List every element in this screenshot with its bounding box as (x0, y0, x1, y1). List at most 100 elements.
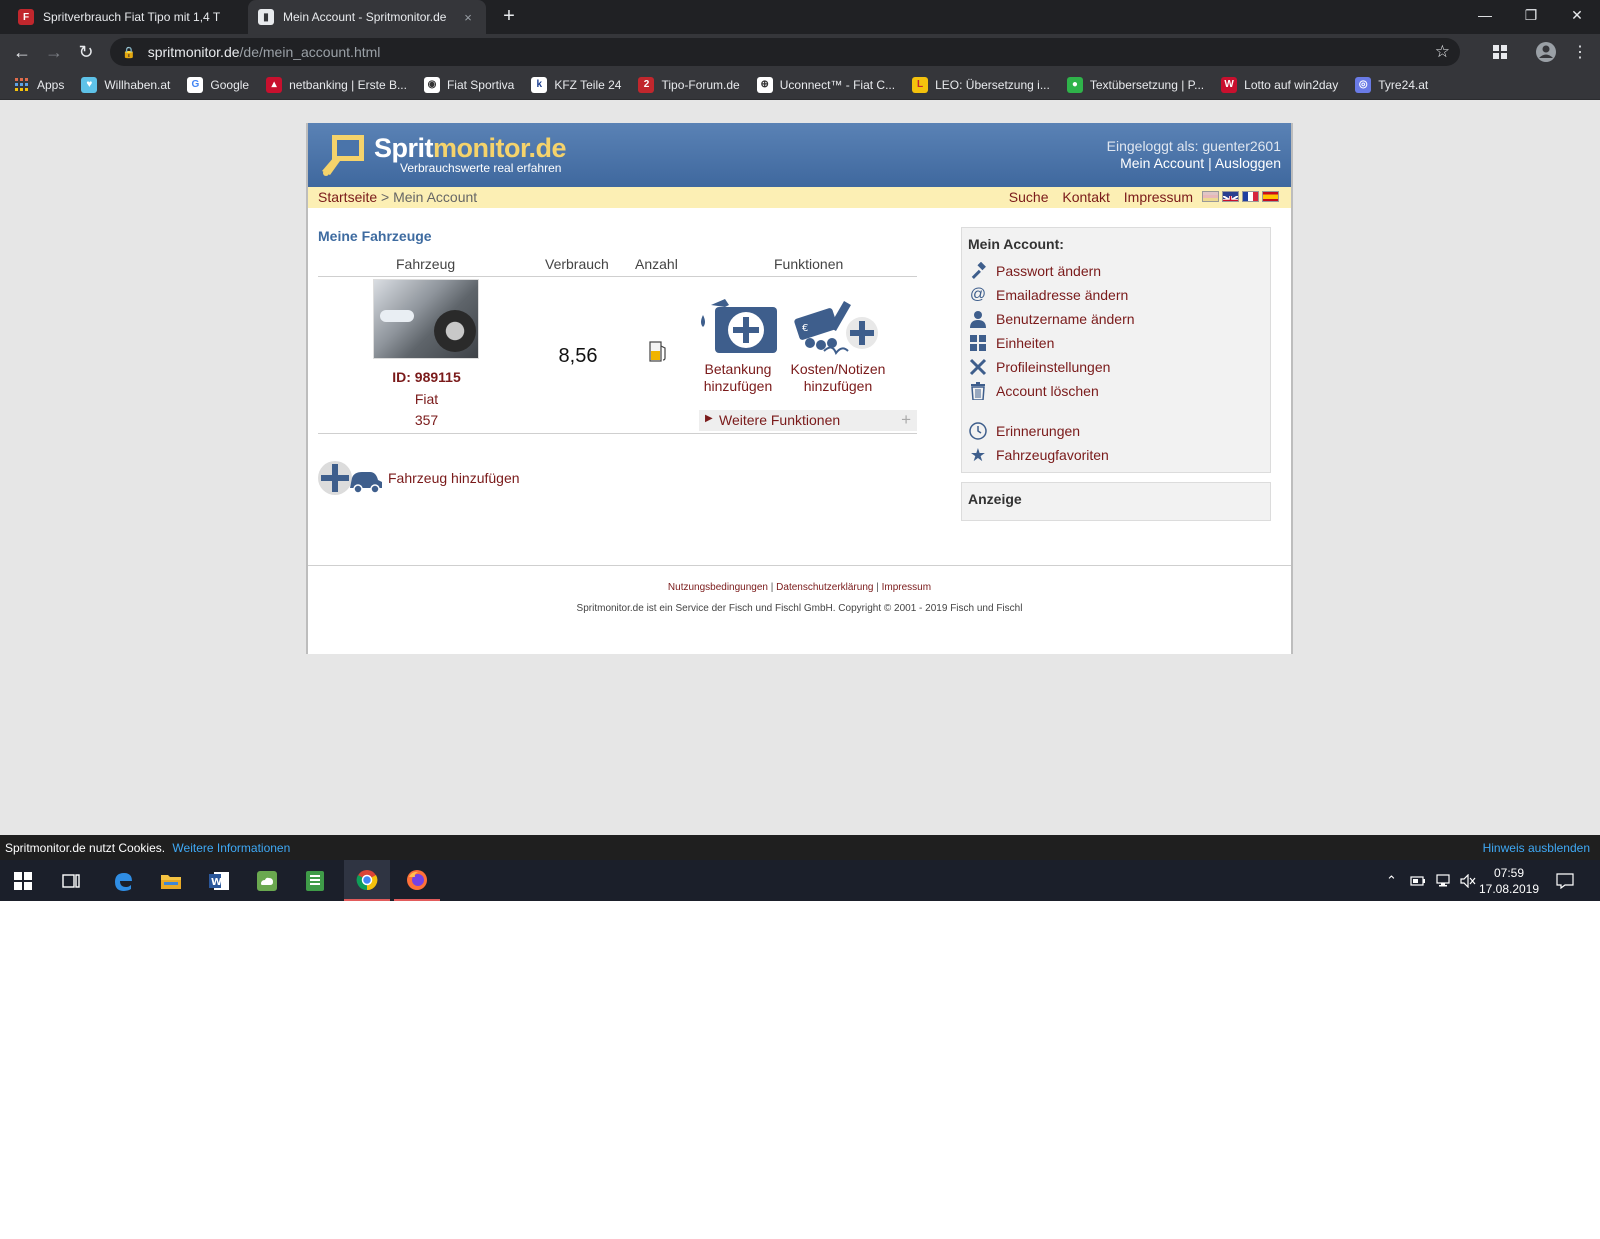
notes-app-icon[interactable] (292, 860, 338, 901)
vehicle-id[interactable]: ID: 989115 (318, 369, 535, 385)
cloud-app-icon[interactable] (244, 860, 290, 901)
site-logo[interactable]: Spritmonitor.de (374, 133, 567, 164)
fuel-pump-icon[interactable] (648, 339, 668, 363)
tray-chevron-icon[interactable]: ⌃ (1386, 860, 1397, 901)
vehicle-photo[interactable] (373, 279, 479, 359)
tab-title: Mein Account - Spritmonitor.de (283, 10, 447, 24)
edge-icon[interactable] (100, 860, 146, 901)
cookie-hide-link[interactable]: Hinweis ausblenden (1483, 841, 1590, 855)
account-menu-label: Emailadresse ändern (996, 287, 1129, 303)
extension-icon[interactable] (1488, 40, 1512, 64)
kfz-icon: k (531, 76, 548, 93)
bookmark-item[interactable]: Apps (14, 77, 64, 93)
bookmark-item[interactable]: 2 Tipo-Forum.de (638, 76, 740, 93)
account-menu-item[interactable]: Erinnerungen (968, 420, 1080, 442)
bookmark-item[interactable]: W Lotto auf win2day (1221, 76, 1338, 93)
leo-icon: L (912, 76, 929, 93)
clock-icon (968, 421, 988, 441)
tyre-icon: ◎ (1355, 76, 1372, 93)
footer-divider (308, 565, 1291, 566)
back-icon[interactable]: ← (10, 40, 34, 64)
word-icon[interactable]: W (196, 860, 242, 901)
file-explorer-icon[interactable] (148, 860, 194, 901)
bookmark-item[interactable]: k KFZ Teile 24 (531, 76, 622, 93)
imprint-footer-link[interactable]: Impressum (882, 582, 931, 593)
star-icon: ★ (969, 444, 987, 465)
menu-dots-icon[interactable]: ⋮ (1568, 40, 1592, 64)
bookmark-label: KFZ Teile 24 (554, 77, 622, 92)
task-view-icon[interactable] (48, 860, 94, 901)
firefox-icon[interactable] (394, 860, 440, 901)
bookmark-item[interactable]: ♥ Willhaben.at (81, 76, 170, 93)
imprint-link[interactable]: Impressum (1124, 189, 1193, 205)
restore-button[interactable]: ❐ (1508, 0, 1554, 30)
grid-icon (968, 333, 988, 353)
close-window-button[interactable]: ✕ (1554, 0, 1600, 30)
browser-tab-strip: F Spritverbrauch Fiat Tipo mit 1,4 T ▮ M… (0, 0, 1600, 34)
logout-link[interactable]: Ausloggen (1215, 155, 1281, 171)
breadcrumb-current: Mein Account (393, 189, 478, 205)
account-menu-item[interactable]: Benutzername ändern (968, 308, 1135, 330)
account-menu-label: Passwort ändern (996, 263, 1102, 279)
spritmonitor-page: Spritmonitor.de Verbrauchswerte real erf… (306, 123, 1293, 654)
add-costs-button[interactable]: € Kosten/Notizen hinzufügen (788, 297, 888, 395)
vehicle-make[interactable]: Fiat (318, 391, 535, 407)
bookmarks-bar: Apps ♥ Willhaben.at G Google ▴ netbanking | Er… (0, 70, 1600, 100)
account-menu-item[interactable]: ★ Fahrzeugfavoriten (968, 444, 1109, 466)
bookmark-item[interactable]: ◉ Fiat Sportiva (423, 76, 514, 93)
bookmark-star-icon[interactable]: ☆ (1435, 42, 1450, 62)
account-menu-title: Mein Account: (968, 236, 1064, 252)
contact-link[interactable]: Kontakt (1062, 189, 1109, 205)
privacy-link[interactable]: Datenschutzerklärung (776, 582, 873, 593)
search-link[interactable]: Suche (1009, 189, 1049, 205)
account-menu-item[interactable]: @ Emailadresse ändern (968, 284, 1128, 306)
account-menu-item[interactable]: Passwort ändern (968, 260, 1101, 282)
battery-icon[interactable] (1410, 860, 1426, 901)
system-clock[interactable]: 07:59 17.08.2019 (1474, 865, 1544, 897)
terms-link[interactable]: Nutzungsbedingungen (668, 582, 768, 593)
address-bar[interactable]: 🔒 spritmonitor.de/de/mein_account.html ☆ (110, 38, 1460, 66)
chrome-icon[interactable] (344, 860, 390, 901)
forward-icon[interactable]: → (42, 40, 66, 64)
bookmark-item[interactable]: ● Textübersetzung | P... (1066, 76, 1204, 93)
account-menu-label: Profileinstellungen (996, 359, 1111, 375)
breadcrumb-home-link[interactable]: Startseite (318, 189, 377, 205)
breadcrumb: Startseite > Mein Account (318, 189, 477, 205)
add-refuel-button[interactable]: Betankung hinzufügen (688, 297, 788, 395)
new-tab-button[interactable]: + (498, 6, 520, 28)
bookmark-item[interactable]: ▴ netbanking | Erste B... (266, 76, 407, 93)
reload-icon[interactable]: ↻ (74, 40, 98, 64)
bookmark-item[interactable]: G Google (187, 76, 249, 93)
tab-spritverbrauch[interactable]: F Spritverbrauch Fiat Tipo mit 1,4 T (8, 0, 248, 34)
account-menu-label: Fahrzeugfavoriten (996, 447, 1109, 463)
uk-flag-icon[interactable] (1222, 191, 1239, 202)
account-menu-item[interactable]: Account löschen (968, 380, 1099, 402)
vehicle-model[interactable]: 357 (318, 412, 535, 428)
copyright: Spritmonitor.de ist ein Service der Fisc… (576, 603, 1023, 614)
bookmark-item[interactable]: L LEO: Übersetzung i... (912, 76, 1050, 93)
notifications-icon[interactable] (1556, 860, 1574, 901)
minimize-button[interactable]: — (1462, 0, 1508, 30)
bookmark-item[interactable]: ⊕ Uconnect™ - Fiat C... (756, 76, 895, 93)
tab-close-icon[interactable]: × (460, 10, 476, 25)
fr-flag-icon[interactable] (1242, 191, 1259, 202)
add-vehicle-button[interactable]: Fahrzeug hinzufügen (318, 458, 578, 498)
network-icon[interactable] (1434, 860, 1452, 901)
bookmark-item[interactable]: ◎ Tyre24.at (1355, 76, 1428, 93)
more-functions-toggle[interactable]: ▶ Weitere Funktionen + (699, 410, 917, 431)
hammer-icon (968, 261, 988, 281)
tab-mein-account[interactable]: ▮ Mein Account - Spritmonitor.de × (248, 0, 486, 34)
es-flag-icon[interactable] (1262, 191, 1279, 202)
account-menu-item[interactable]: Einheiten (968, 332, 1054, 354)
account-menu-item[interactable]: Profileinstellungen (968, 356, 1110, 378)
trash-icon (968, 381, 988, 401)
footer-separator: | (876, 582, 879, 593)
cookie-more-link[interactable]: Weitere Informationen (172, 841, 290, 855)
url-path: /de/mein_account.html (239, 44, 381, 60)
windows-start-icon[interactable] (0, 860, 46, 901)
fuel-can-plus-icon (701, 299, 777, 353)
my-account-link[interactable]: Mein Account (1120, 155, 1204, 171)
de-flag-icon[interactable] (1202, 191, 1219, 202)
account-links: Mein Account | Ausloggen (1120, 155, 1281, 171)
profile-avatar-icon[interactable] (1534, 40, 1558, 64)
